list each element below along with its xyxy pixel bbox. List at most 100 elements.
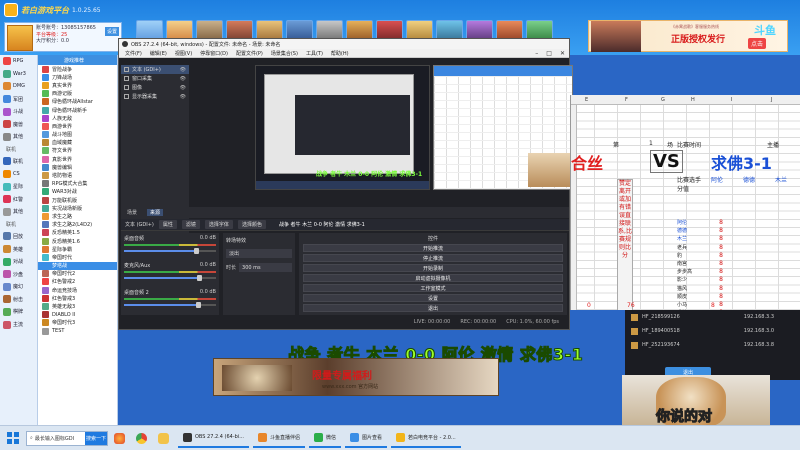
- source-toolbar-button[interactable]: 选择字体: [204, 220, 233, 229]
- game-list-item[interactable]: TEST: [38, 327, 117, 335]
- game-list-item[interactable]: 西游世界: [38, 122, 117, 130]
- obs-menu-item[interactable]: 帮助(H): [331, 50, 349, 57]
- visibility-eye-icon[interactable]: 👁: [180, 67, 189, 73]
- viewer-row[interactable]: HF_252193674 192.168.3.8: [625, 338, 800, 352]
- game-list-item[interactable]: 红色警戒2: [38, 278, 117, 286]
- sheet-column-header[interactable]: G: [661, 97, 665, 103]
- obs-menu-item[interactable]: 工具(T): [306, 50, 323, 57]
- control-button[interactable]: 设置: [303, 294, 563, 302]
- source-item[interactable]: 图像 👁: [121, 83, 189, 92]
- source-item[interactable]: 文本 (GDI+) 👁: [121, 65, 189, 74]
- taskbar-app-button[interactable]: 若白电竞平台 - 2.0...: [391, 428, 461, 448]
- game-list-item[interactable]: 万能联机版: [38, 196, 117, 204]
- volume-slider-handle[interactable]: [195, 302, 201, 308]
- obs-preview[interactable]: 战争 者牛 木兰 0-0 阿伦 激情 求佛3-1 文本 采集 (GDI+): [255, 65, 595, 205]
- obs-menu-item[interactable]: 停靠窗口(D): [200, 50, 228, 57]
- game-list-item[interactable]: 反恐精英1.6: [38, 237, 117, 245]
- control-button[interactable]: 工作室模式: [303, 284, 563, 292]
- game-list-item[interactable]: 星际争霸: [38, 245, 117, 253]
- source-item[interactable]: 窗口采集 👁: [121, 74, 189, 83]
- visibility-eye-icon[interactable]: 👁: [180, 85, 189, 91]
- game-list-item[interactable]: 冒险战争: [38, 65, 117, 73]
- sidebar-item-19[interactable]: 主流: [0, 318, 37, 331]
- sidebar-item-8[interactable]: CS: [0, 168, 37, 181]
- sidebar-item-16[interactable]: 魔幻: [0, 281, 37, 294]
- taskbar-search-input[interactable]: 最长输入图标GDI: [35, 435, 74, 442]
- game-list-item[interactable]: 战斗地图: [38, 131, 117, 139]
- game-list-item[interactable]: 西游记版: [38, 90, 117, 98]
- sidebar-item-7[interactable]: 联机: [0, 155, 37, 168]
- scoreboard-sheet[interactable]: E F G H I J 第 1 场 比赛时间 主播 合丝 VS 求佛3-1 比赛选手 分值…: [570, 95, 800, 310]
- sidebar-item-2[interactable]: DMG: [0, 80, 37, 93]
- taskbar-search[interactable]: ⌕ 最长输入图标GDI 搜索一下: [26, 430, 108, 446]
- browser-pin[interactable]: [130, 428, 152, 448]
- sidebar-item-15[interactable]: 沙盘: [0, 268, 37, 281]
- game-list-item[interactable]: RPG模式大合集: [38, 180, 117, 188]
- game-list-item[interactable]: 刀锋战场: [38, 73, 117, 81]
- source-item[interactable]: 显示器采集 👁: [121, 92, 189, 101]
- sidebar-item-0[interactable]: RPG: [0, 55, 37, 68]
- sidebar-item-3[interactable]: 军团: [0, 93, 37, 106]
- start-button[interactable]: [0, 426, 26, 450]
- game-list-item[interactable]: 塔防物语: [38, 171, 117, 180]
- control-button[interactable]: 开始录制: [303, 264, 563, 272]
- sidebar-item-10[interactable]: 红警: [0, 193, 37, 206]
- sheet-column-header[interactable]: J: [771, 97, 772, 103]
- viewer-row[interactable]: HF_189400518 192.168.3.0: [625, 324, 800, 338]
- control-button[interactable]: 退出: [303, 304, 563, 312]
- sidebar-item-13[interactable]: 英雄: [0, 243, 37, 256]
- sheet-column-header[interactable]: H: [691, 97, 695, 103]
- viewer-row[interactable]: HF_218599126 192.168.3.3: [625, 310, 800, 324]
- game-list-item[interactable]: 反恐精英1.5: [38, 229, 117, 237]
- game-list-item[interactable]: 绿色循环战Allstar: [38, 98, 117, 106]
- dock-tab[interactable]: 场景: [127, 209, 137, 216]
- control-button[interactable]: 开始推流: [303, 244, 563, 252]
- sidebar-item-6[interactable]: 其他: [0, 131, 37, 144]
- game-list-item[interactable]: 红色警戒3: [38, 294, 117, 302]
- browser-pin[interactable]: [108, 428, 130, 448]
- game-list-item[interactable]: 求生之路: [38, 212, 117, 220]
- sidebar-item-1[interactable]: War3: [0, 68, 37, 81]
- visibility-eye-icon[interactable]: 👁: [180, 76, 189, 82]
- game-list-item[interactable]: 血域魔藏: [38, 139, 117, 147]
- sheet-column-header[interactable]: F: [625, 97, 628, 103]
- sheet-column-header[interactable]: I: [731, 97, 732, 103]
- sidebar-item-5[interactable]: 魔兽: [0, 118, 37, 131]
- taskbar-app-button[interactable]: 图片查看: [345, 428, 388, 448]
- game-list-item[interactable]: 帝国时代: [38, 253, 117, 261]
- game-list-item[interactable]: 魔兽编辑: [38, 163, 117, 171]
- taskbar-search-button[interactable]: 搜索一下: [85, 431, 107, 445]
- volume-slider[interactable]: [124, 302, 216, 308]
- game-list-item[interactable]: 符文世界: [38, 147, 117, 155]
- game-list-item[interactable]: 人族无敌: [38, 114, 117, 122]
- obs-menu-item[interactable]: 配置文件(P): [236, 50, 263, 57]
- obs-menu-item[interactable]: 编辑(E): [150, 50, 167, 57]
- control-button[interactable]: 启动虚拟摄像机: [303, 274, 563, 282]
- sidebar-item-4[interactable]: 斗战: [0, 105, 37, 118]
- maximize-icon[interactable]: □: [546, 50, 552, 57]
- sidebar-item-12[interactable]: 回放: [0, 230, 37, 243]
- obs-menu-item[interactable]: 场景集合(S): [271, 50, 298, 57]
- game-list-item[interactable]: 真影世界: [38, 155, 117, 163]
- control-button[interactable]: 停止推流: [303, 254, 563, 262]
- sidebar-item-18[interactable]: 棋牌: [0, 306, 37, 319]
- obs-menu-item[interactable]: 视图(V): [175, 50, 192, 57]
- volume-slider[interactable]: [124, 248, 216, 254]
- source-text-field[interactable]: 战争 者牛 木兰 0-0 阿伦 激情 求佛3-1: [279, 221, 365, 228]
- transition-type-select[interactable]: 淡出: [226, 249, 292, 258]
- volume-slider-handle[interactable]: [197, 275, 203, 281]
- game-list-item[interactable]: 命运竞技场: [38, 286, 117, 294]
- close-icon[interactable]: ✕: [560, 50, 565, 57]
- taskbar-app-button[interactable]: 斗鱼直播伴侣: [252, 428, 305, 448]
- banner-cta-button[interactable]: 点击: [748, 38, 767, 49]
- volume-slider[interactable]: [124, 275, 216, 281]
- game-list-item[interactable]: 梦塔战: [38, 261, 117, 270]
- game-list-item[interactable]: DIABLO II: [38, 311, 117, 319]
- game-list-item[interactable]: 帝国时代3: [38, 319, 117, 327]
- game-list-item[interactable]: WAR3对战: [38, 188, 117, 196]
- sidebar-item-17[interactable]: 射击: [0, 293, 37, 306]
- source-toolbar-button[interactable]: 属性: [158, 220, 177, 229]
- taskbar-app-button[interactable]: 微信: [309, 428, 342, 448]
- game-list-item[interactable]: 帝国时代2: [38, 270, 117, 278]
- taskbar-app-button[interactable]: OBS 27.2.4 (64-bi...: [178, 428, 249, 448]
